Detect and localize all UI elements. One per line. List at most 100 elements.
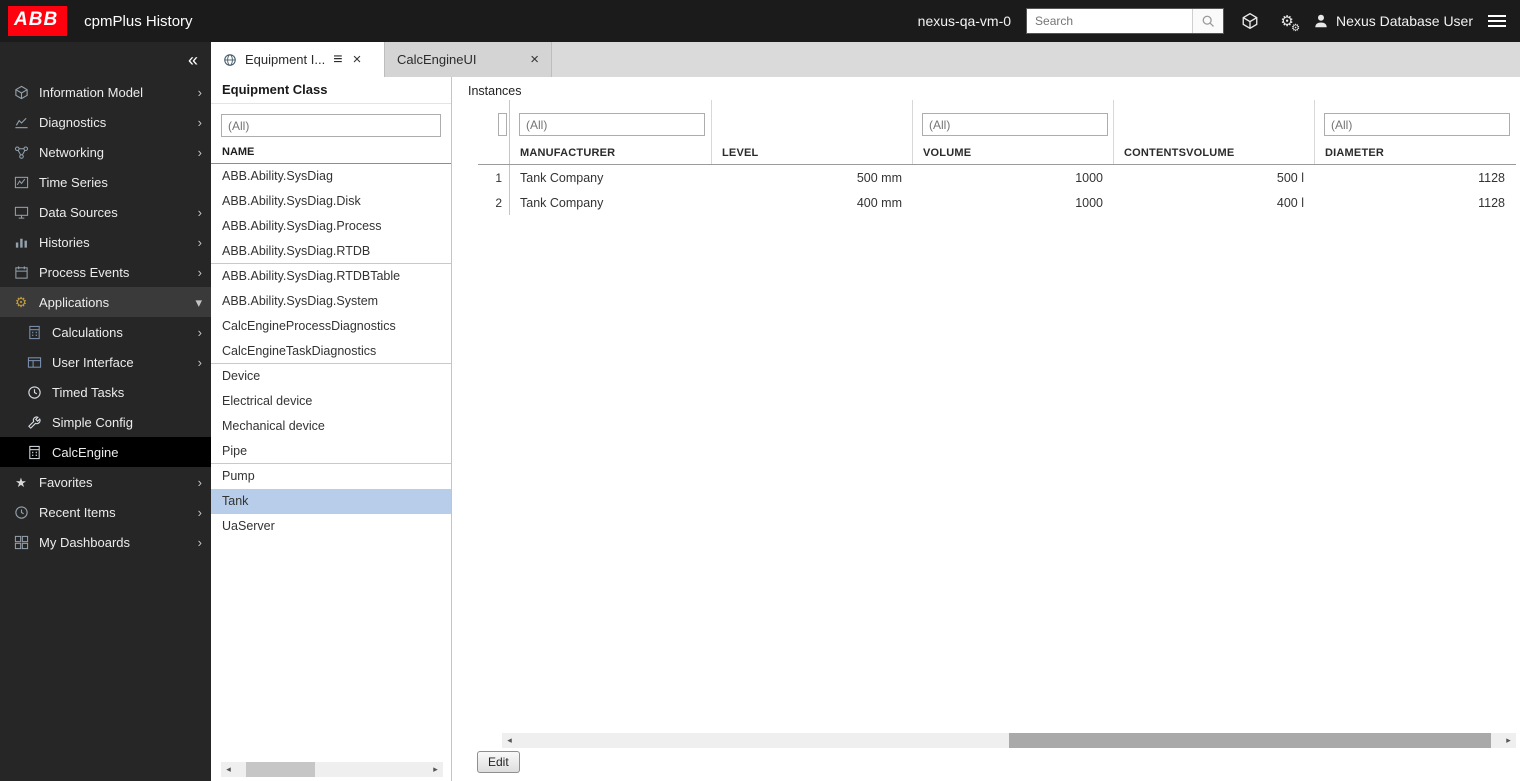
my-dashboards-icon	[13, 534, 29, 550]
scroll-left-icon[interactable]: ◂	[502, 733, 517, 748]
equipment-class-filter-input[interactable]	[221, 114, 441, 137]
scroll-right-icon[interactable]: ▸	[428, 762, 443, 777]
table-row[interactable]: 1 Tank Company 500 mm 1000 500 l 1128	[478, 165, 1516, 190]
search-button[interactable]	[1192, 9, 1224, 33]
equipment-class-row[interactable]: CalcEngineTaskDiagnostics	[211, 339, 451, 364]
tab-menu-icon[interactable]: ≡	[333, 51, 342, 68]
table-row[interactable]: 2 Tank Company 400 mm 1000 400 l 1128	[478, 190, 1516, 215]
collapse-sidebar-icon[interactable]: «	[188, 51, 198, 69]
instances-panel: Instances MANUFACTURER LEVEL VOLUME	[452, 77, 1520, 781]
equipment-class-row[interactable]: Pump	[211, 464, 451, 489]
row-number: 2	[478, 190, 510, 215]
sidebar-item-calcengine[interactable]: CalcEngine	[0, 437, 211, 467]
equipment-class-row[interactable]: ABB.Ability.SysDiag	[211, 164, 451, 189]
column-header[interactable]: DIAMETER	[1325, 147, 1384, 159]
information-model-icon	[13, 84, 29, 100]
cell-volume: 1000	[1075, 195, 1103, 210]
equipment-class-row[interactable]: Electrical device	[211, 389, 451, 414]
column-header[interactable]: MANUFACTURER	[520, 147, 615, 159]
sidebar-item-simple-config[interactable]: Simple Config	[0, 407, 211, 437]
equipment-class-row[interactable]: ABB.Ability.SysDiag.Disk	[211, 189, 451, 214]
sidebar-item-my-dashboards[interactable]: My Dashboards ›	[0, 527, 211, 557]
scroll-thumb[interactable]	[245, 762, 315, 777]
equipment-class-row[interactable]: Device	[211, 364, 451, 389]
tab-close-icon[interactable]: ×	[530, 52, 539, 67]
user-interface-icon	[26, 354, 42, 370]
sidebar-item-data-sources[interactable]: Data Sources ›	[0, 197, 211, 227]
tab-close-icon[interactable]: ×	[353, 52, 362, 67]
column-contentsvolume: CONTENTSVOLUME	[1113, 100, 1314, 164]
chevron-down-icon: ▾	[195, 294, 202, 310]
equipment-class-row[interactable]: ABB.Ability.SysDiag.System	[211, 289, 451, 314]
equipment-class-row[interactable]: Mechanical device	[211, 414, 451, 439]
equipment-class-name-header[interactable]: NAME	[211, 143, 451, 164]
main-menu-icon[interactable]	[1488, 12, 1506, 30]
instances-grid: MANUFACTURER LEVEL VOLUME CONTENTSVOLUME…	[478, 100, 1516, 215]
manufacturer-filter-input[interactable]	[519, 113, 705, 136]
diameter-filter-input[interactable]	[1324, 113, 1510, 136]
app-title: cpmPlus History	[84, 12, 193, 30]
equipment-class-row[interactable]: ABB.Ability.SysDiag.RTDBTable	[211, 264, 451, 289]
cell-volume: 1000	[1075, 170, 1103, 185]
scroll-thumb[interactable]	[1009, 733, 1492, 748]
sidebar-item-recent-items[interactable]: Recent Items ›	[0, 497, 211, 527]
instances-header: MANUFACTURER LEVEL VOLUME CONTENTSVOLUME…	[478, 100, 1516, 165]
equipment-class-title: Equipment Class	[211, 77, 451, 104]
sidebar-item-networking[interactable]: Networking ›	[0, 137, 211, 167]
clipped-filter-input[interactable]	[498, 113, 507, 136]
volume-filter-input[interactable]	[922, 113, 1108, 136]
tab-label: CalcEngineUI	[397, 52, 477, 67]
equipment-class-panel: Equipment Class NAME ABB.Ability.SysDiag…	[211, 77, 452, 781]
recent-items-icon	[13, 504, 29, 520]
sidebar-item-process-events[interactable]: Process Events ›	[0, 257, 211, 287]
sidebar-item-label: Process Events	[39, 264, 130, 280]
user-menu[interactable]: Nexus Database User	[1313, 13, 1473, 29]
model-cube-icon[interactable]	[1239, 10, 1261, 32]
sidebar-item-user-interface[interactable]: User Interface ›	[0, 347, 211, 377]
search-icon	[1201, 14, 1216, 29]
chevron-right-icon: ›	[197, 84, 202, 100]
tab-calcengineui[interactable]: CalcEngineUI ×	[385, 42, 552, 77]
equipment-class-row[interactable]: UaServer	[211, 514, 451, 539]
equipment-class-row[interactable]: Pipe	[211, 439, 451, 464]
column-header[interactable]: CONTENTSVOLUME	[1124, 147, 1234, 159]
scroll-right-icon[interactable]: ▸	[1501, 733, 1516, 748]
sidebar-item-diagnostics[interactable]: Diagnostics ›	[0, 107, 211, 137]
gear-small-icon: ⚙	[1291, 23, 1301, 34]
sidebar-item-histories[interactable]: Histories ›	[0, 227, 211, 257]
equipment-class-hscrollbar[interactable]: ◂ ▸	[221, 762, 443, 777]
sidebar-item-calculations[interactable]: Calculations ›	[0, 317, 211, 347]
user-name: Nexus Database User	[1336, 13, 1473, 29]
instances-title: Instances	[468, 84, 522, 98]
equipment-class-row[interactable]: ABB.Ability.SysDiag.RTDB	[211, 239, 451, 264]
chevron-right-icon: ›	[197, 144, 202, 160]
sidebar-item-information-model[interactable]: Information Model ›	[0, 77, 211, 107]
search-input[interactable]	[1027, 9, 1193, 33]
edit-button[interactable]: Edit	[477, 751, 520, 773]
column-header[interactable]: VOLUME	[923, 147, 971, 159]
equipment-class-row-selected[interactable]: Tank	[211, 489, 451, 514]
sidebar-item-timed-tasks[interactable]: Timed Tasks	[0, 377, 211, 407]
cell-level: 400 mm	[856, 195, 902, 210]
sidebar-item-applications[interactable]: ⚙ Applications ▾	[0, 287, 211, 317]
sidebar-item-time-series[interactable]: Time Series	[0, 167, 211, 197]
row-number: 1	[478, 165, 510, 190]
server-name: nexus-qa-vm-0	[917, 13, 1012, 29]
chevron-right-icon: ›	[197, 234, 202, 250]
services-gears-icon[interactable]: ⚙ ⚙	[1276, 10, 1301, 34]
tab-equipment-instances[interactable]: Equipment I... ≡ ×	[211, 42, 385, 77]
scroll-track[interactable]	[517, 733, 1501, 748]
sidebar-item-label: Data Sources	[39, 204, 118, 220]
scroll-left-icon[interactable]: ◂	[221, 762, 236, 777]
cell-manufacturer: Tank Company	[520, 170, 604, 185]
user-icon	[1313, 13, 1329, 29]
equipment-class-row[interactable]: CalcEngineProcessDiagnostics	[211, 314, 451, 339]
sidebar-item-favorites[interactable]: ★ Favorites ›	[0, 467, 211, 497]
time-series-icon	[13, 174, 29, 190]
instances-hscrollbar[interactable]: ◂ ▸	[502, 733, 1516, 748]
scroll-track[interactable]	[236, 762, 428, 777]
column-header[interactable]: LEVEL	[722, 147, 758, 159]
cell-contentsvolume: 500 l	[1276, 170, 1304, 185]
equipment-class-row[interactable]: ABB.Ability.SysDiag.Process	[211, 214, 451, 239]
sidebar-item-label: CalcEngine	[52, 444, 119, 460]
